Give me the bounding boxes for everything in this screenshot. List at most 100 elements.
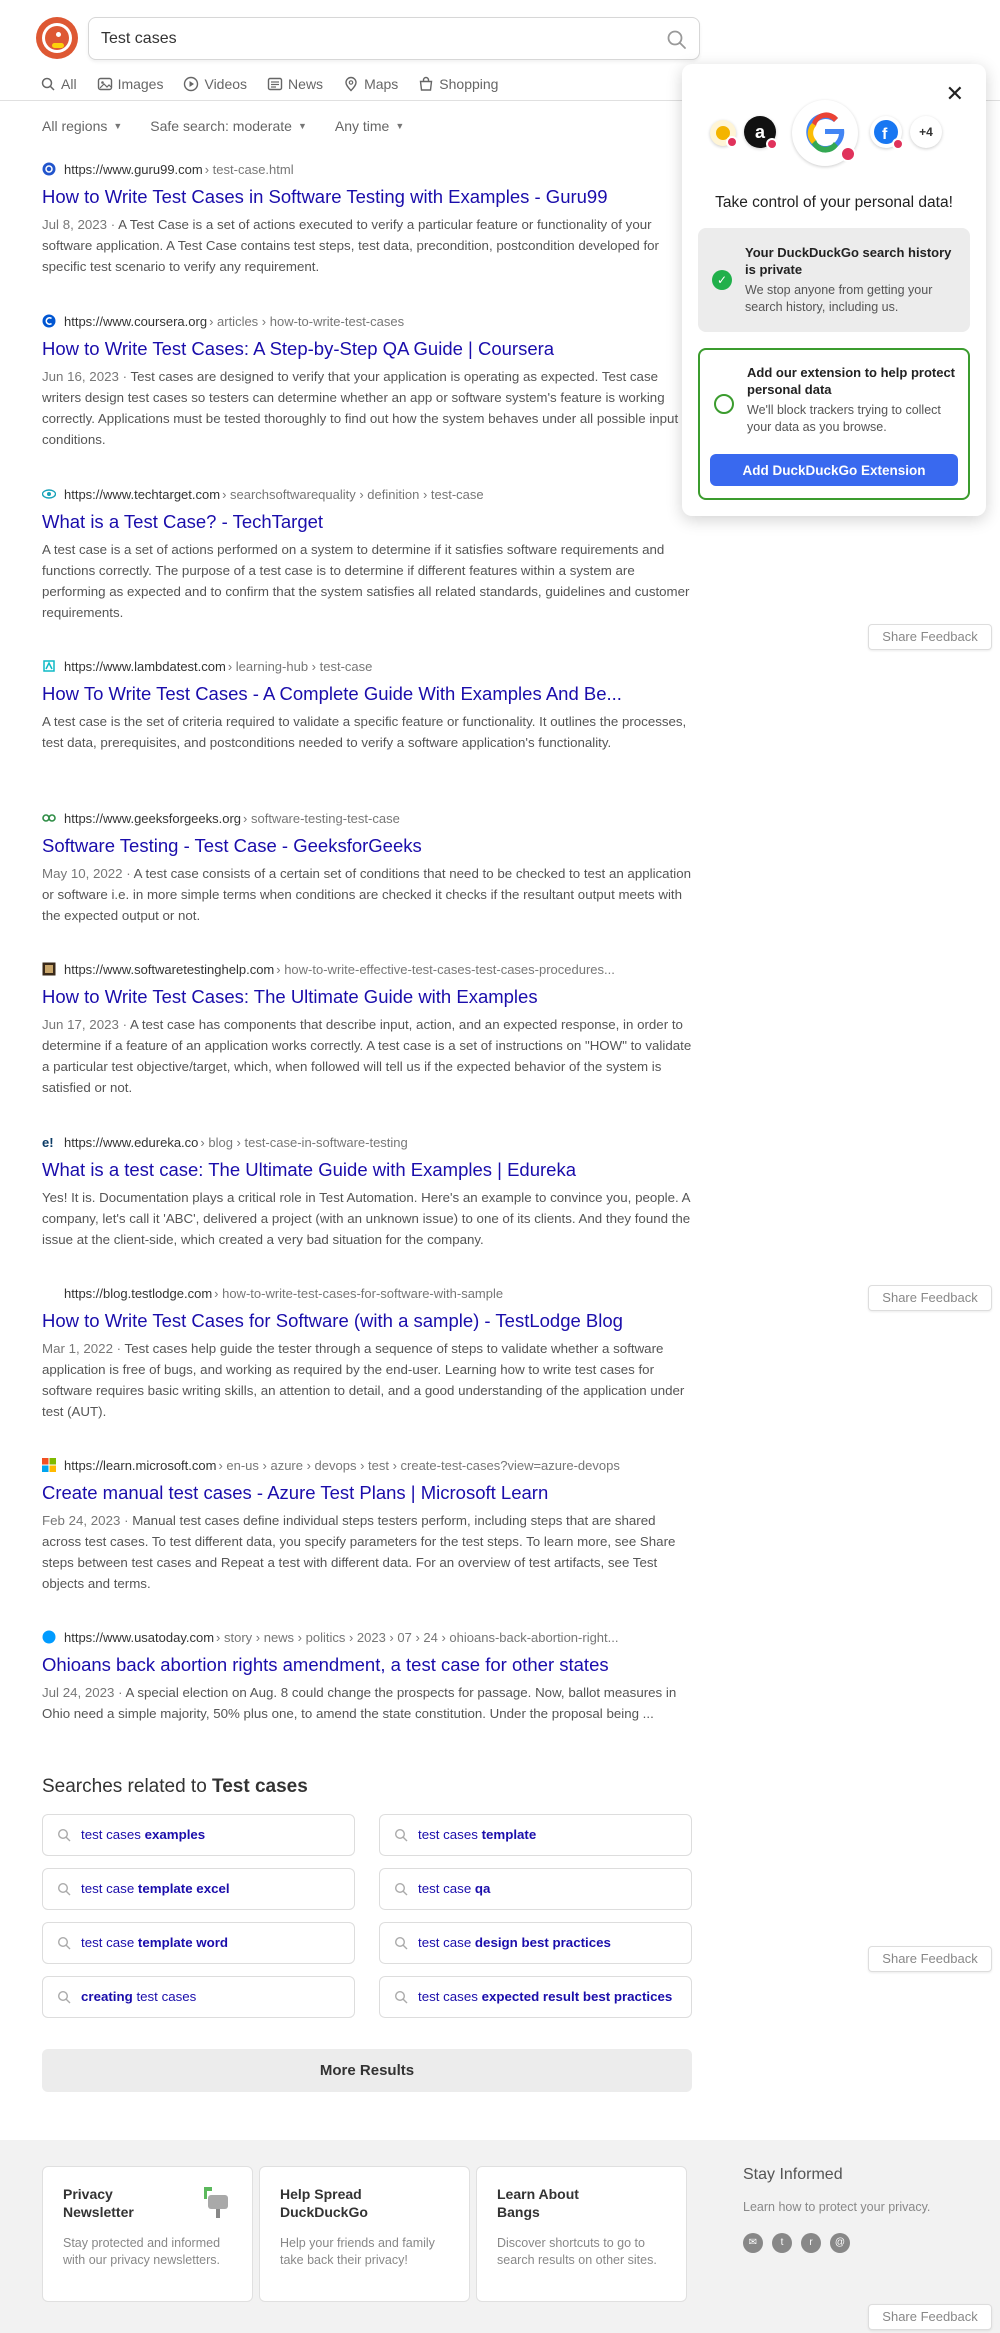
add-extension-button[interactable]: Add DuckDuckGo Extension <box>710 454 958 486</box>
result-url[interactable]: https://www.lambdatest.com › learning-hu… <box>42 657 692 675</box>
result-date: Mar 1, 2022 <box>42 1341 113 1356</box>
time-filter[interactable]: Any time ▼ <box>335 118 404 134</box>
tab-shopping[interactable]: Shopping <box>418 72 498 96</box>
twitter-icon[interactable]: t <box>772 2233 792 2253</box>
result-title-link[interactable]: Create manual test cases - Azure Test Pl… <box>42 1481 692 1505</box>
result-domain: https://blog.testlodge.com <box>64 1285 213 1301</box>
search-icon <box>41 77 55 91</box>
tab-label: Videos <box>204 76 248 92</box>
tab-news[interactable]: News <box>267 72 323 96</box>
result-url[interactable]: https://learn.microsoft.com › en-us › az… <box>42 1456 692 1474</box>
result-url[interactable]: e! https://www.edureka.co › blog › test-… <box>42 1133 692 1151</box>
result-url[interactable]: https://www.techtarget.com › searchsoftw… <box>42 485 692 503</box>
footer-card-spread[interactable]: Help Spread DuckDuckGo Help your friends… <box>259 2166 470 2302</box>
reddit-icon[interactable]: r <box>801 2233 821 2253</box>
result-snippet: Mar 1, 2022 · Test cases help guide the … <box>42 1341 685 1419</box>
related-bold: design best practices <box>474 1935 611 1950</box>
related-search-item[interactable]: test case qa <box>379 1868 692 1910</box>
search-result: https://learn.microsoft.com › en-us › az… <box>42 1456 692 1594</box>
mailbox-icon <box>204 2187 228 2218</box>
stay-informed-desc: Learn how to protect your privacy. <box>743 2200 931 2214</box>
result-url[interactable]: https://blog.testlodge.com › how-to-writ… <box>42 1284 692 1302</box>
result-title-link[interactable]: Ohioans back abortion rights amendment, … <box>42 1653 692 1677</box>
amazon-tracker-icon: a <box>744 116 778 150</box>
related-search-item[interactable]: test cases expected result best practice… <box>379 1976 692 2018</box>
result-title-link[interactable]: How to Write Test Cases: A Step-by-Step … <box>42 337 692 361</box>
result-date: May 10, 2022 <box>42 866 123 881</box>
tab-maps[interactable]: Maps <box>343 72 398 96</box>
box1-title: Your DuckDuckGo search history is privat… <box>745 245 952 277</box>
popup-heading: Take control of your personal data! <box>715 194 953 211</box>
share-feedback-button[interactable]: Share Feedback <box>868 1946 992 1972</box>
share-feedback-button[interactable]: Share Feedback <box>868 2304 992 2330</box>
chat-icon[interactable]: ✉ <box>743 2233 763 2253</box>
result-date: Jul 8, 2023 <box>42 217 108 232</box>
result-title-link[interactable]: Software Testing - Test Case - GeeksforG… <box>42 834 692 858</box>
result-title-link[interactable]: How to Write Test Cases in Software Test… <box>42 185 692 209</box>
footer: Privacy Newsletter Stay protected and in… <box>0 2140 1000 2333</box>
result-title-link[interactable]: What is a test case: The Ultimate Guide … <box>42 1158 692 1182</box>
guru99-favicon-icon <box>42 162 56 176</box>
related-plain: test case <box>418 1935 472 1950</box>
related-search-item[interactable]: test cases template <box>379 1814 692 1856</box>
tab-all[interactable]: All <box>40 72 77 96</box>
search-input[interactable] <box>101 27 641 51</box>
stay-informed-title: Stay Informed <box>743 2166 843 2183</box>
related-search-item[interactable]: creating test cases <box>42 1976 355 2018</box>
related-search-item[interactable]: test case design best practices <box>379 1922 692 1964</box>
search-nav: All Images Videos News Maps Shopping <box>40 72 498 100</box>
region-filter[interactable]: All regions ▼ <box>42 118 122 134</box>
result-title-link[interactable]: How to Write Test Cases: The Ultimate Gu… <box>42 985 692 1009</box>
result-snippet: Jun 16, 2023 · Test cases are designed t… <box>42 369 679 447</box>
email-icon[interactable]: @ <box>830 2233 850 2253</box>
related-search-item[interactable]: test case template word <box>42 1922 355 1964</box>
result-url[interactable]: https://www.guru99.com › test-case.html <box>42 160 692 178</box>
search-icon[interactable] <box>665 28 689 52</box>
result-url[interactable]: https://www.usatoday.com › story › news … <box>42 1628 692 1646</box>
related-search-item[interactable]: test case template excel <box>42 1868 355 1910</box>
duckduckgo-logo[interactable] <box>36 17 78 59</box>
footer-card-bangs[interactable]: Learn About Bangs Discover shortcuts to … <box>476 2166 687 2302</box>
result-domain: https://www.geeksforgeeks.org <box>64 810 242 826</box>
search-icon <box>394 1936 408 1950</box>
result-domain: https://www.softwaretestinghelp.com <box>64 961 275 977</box>
result-path: › learning-hub › test-case <box>227 658 373 674</box>
result-snippet: Yes! It is. Documentation plays a critic… <box>42 1187 692 1250</box>
chevron-down-icon: ▼ <box>113 121 123 131</box>
footer-card-desc: Help your friends and family take back t… <box>280 2236 435 2267</box>
tracker-icon <box>710 120 738 148</box>
footer-card-title: Learn About Bangs <box>497 2186 579 2220</box>
result-title-link[interactable]: How To Write Test Cases - A Complete Gui… <box>42 682 692 706</box>
result-url[interactable]: https://www.coursera.org › articles › ho… <box>42 312 692 330</box>
search-result: https://blog.testlodge.com › how-to-writ… <box>42 1284 692 1422</box>
more-results-button[interactable]: More Results <box>42 2049 692 2092</box>
result-path: › how-to-write-test-cases-for-software-w… <box>214 1285 504 1301</box>
share-feedback-button[interactable]: Share Feedback <box>868 624 992 650</box>
tab-images[interactable]: Images <box>97 72 164 96</box>
result-url[interactable]: https://www.softwaretestinghelp.com › ho… <box>42 960 692 978</box>
shopping-bag-icon <box>420 76 433 91</box>
related-search-item[interactable]: test cases examples <box>42 1814 355 1856</box>
related-plain: test cases <box>418 1827 478 1842</box>
result-path: › searchsoftwarequality › definition › t… <box>222 486 484 502</box>
tab-label: News <box>288 76 324 92</box>
related-plain: test case <box>81 1935 135 1950</box>
related-plain: test case <box>418 1881 472 1896</box>
google-tracker-icon <box>792 100 858 166</box>
search-icon <box>57 1882 71 1896</box>
related-plain: test cases <box>81 1827 141 1842</box>
result-domain: https://www.coursera.org <box>64 313 208 329</box>
result-url[interactable]: https://www.geeksforgeeks.org › software… <box>42 809 692 827</box>
share-feedback-button[interactable]: Share Feedback <box>868 1285 992 1311</box>
related-bold: qa <box>474 1881 491 1896</box>
tab-label: Images <box>117 76 164 92</box>
result-date: Feb 24, 2023 <box>42 1513 121 1528</box>
result-domain: https://www.lambdatest.com <box>64 658 226 674</box>
result-snippet-text: A special election on Aug. 8 could chang… <box>42 1685 677 1721</box>
tab-videos[interactable]: Videos <box>183 72 247 96</box>
related-searches-heading: Searches related to Test cases <box>42 1776 308 1798</box>
result-title-link[interactable]: How to Write Test Cases for Software (wi… <box>42 1309 692 1333</box>
result-title-link[interactable]: What is a Test Case? - TechTarget <box>42 510 692 534</box>
safe-search-filter[interactable]: Safe search: moderate ▼ <box>150 118 307 134</box>
footer-card-newsletter[interactable]: Privacy Newsletter Stay protected and in… <box>42 2166 253 2302</box>
